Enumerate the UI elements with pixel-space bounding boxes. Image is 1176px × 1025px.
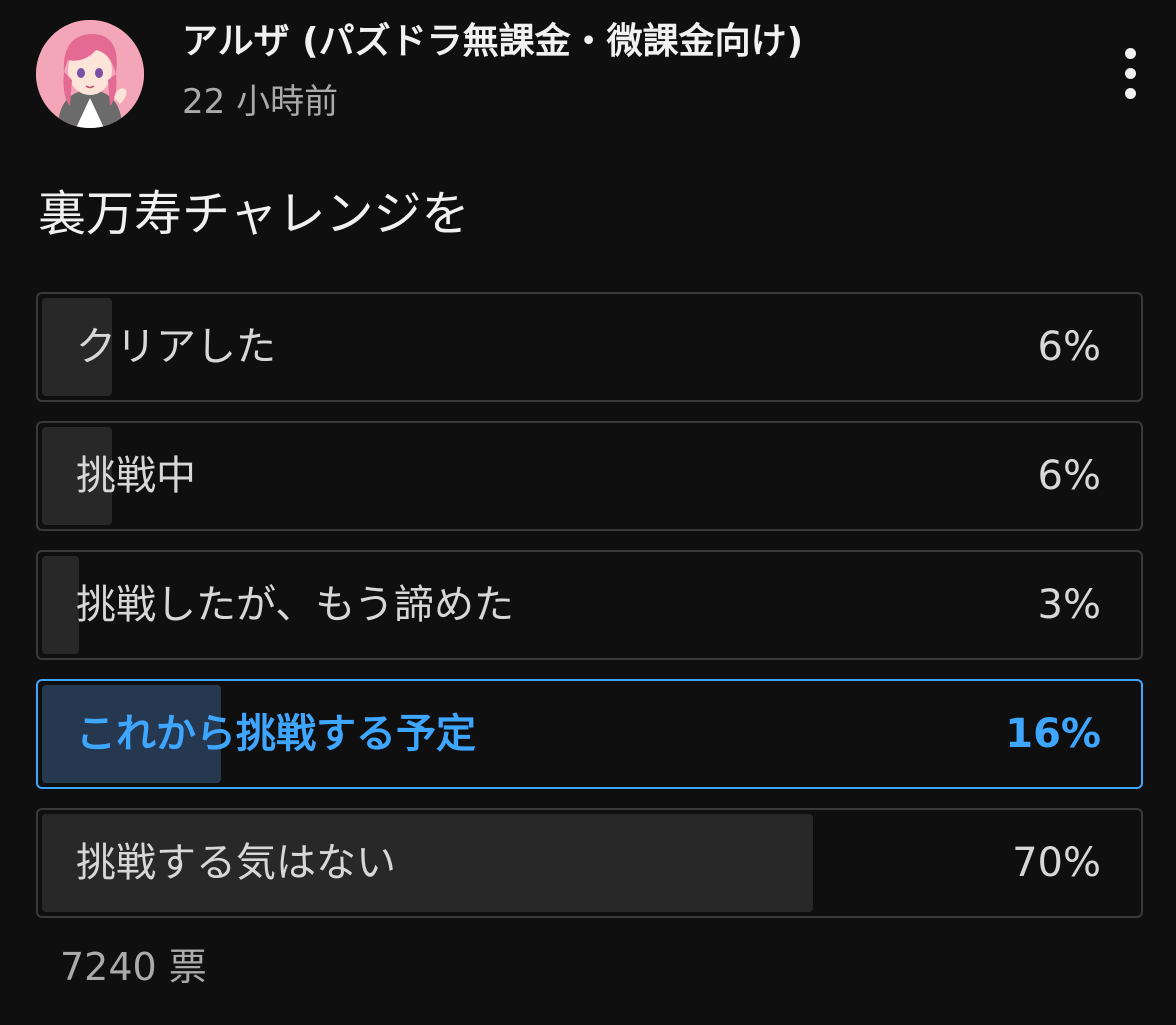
vertical-dots-icon[interactable]: [1116, 48, 1146, 100]
post-header: アルザ (パズドラ無課金・微課金向け) 22 小時前: [36, 18, 1146, 130]
poll-options: クリアした 6% 挑戦中 6% 挑戦したが、もう諦めた 3% これから挑戦する予…: [36, 292, 1143, 937]
total-votes: 7240 票: [60, 945, 207, 989]
poll-option-percent: 3%: [1037, 582, 1101, 628]
poll-option-percent: 16%: [1005, 711, 1101, 757]
poll-option[interactable]: 挑戦したが、もう諦めた 3%: [36, 550, 1143, 660]
channel-avatar[interactable]: [36, 20, 144, 128]
poll-option-label: これから挑戦する予定: [76, 711, 476, 757]
anime-girl-avatar-icon: [36, 20, 144, 128]
poll-option-percent: 70%: [1012, 840, 1101, 886]
poll-option[interactable]: 挑戦する気はない 70%: [36, 808, 1143, 918]
poll-option-label: 挑戦中: [76, 453, 196, 499]
poll-option[interactable]: 挑戦中 6%: [36, 421, 1143, 531]
poll-option-selected[interactable]: これから挑戦する予定 16%: [36, 679, 1143, 789]
poll-option-label: 挑戦する気はない: [76, 840, 396, 886]
post-timestamp: 22 小時前: [182, 82, 339, 122]
poll-option-label: 挑戦したが、もう諦めた: [76, 582, 514, 628]
poll-option-percent: 6%: [1037, 453, 1101, 499]
poll-option-label: クリアした: [76, 324, 276, 370]
channel-name[interactable]: アルザ (パズドラ無課金・微課金向け): [182, 20, 803, 64]
poll-option-bar: [42, 556, 79, 654]
poll-option[interactable]: クリアした 6%: [36, 292, 1143, 402]
poll-question: 裏万寿チャレンジを: [38, 186, 470, 242]
poll-option-percent: 6%: [1037, 324, 1101, 370]
